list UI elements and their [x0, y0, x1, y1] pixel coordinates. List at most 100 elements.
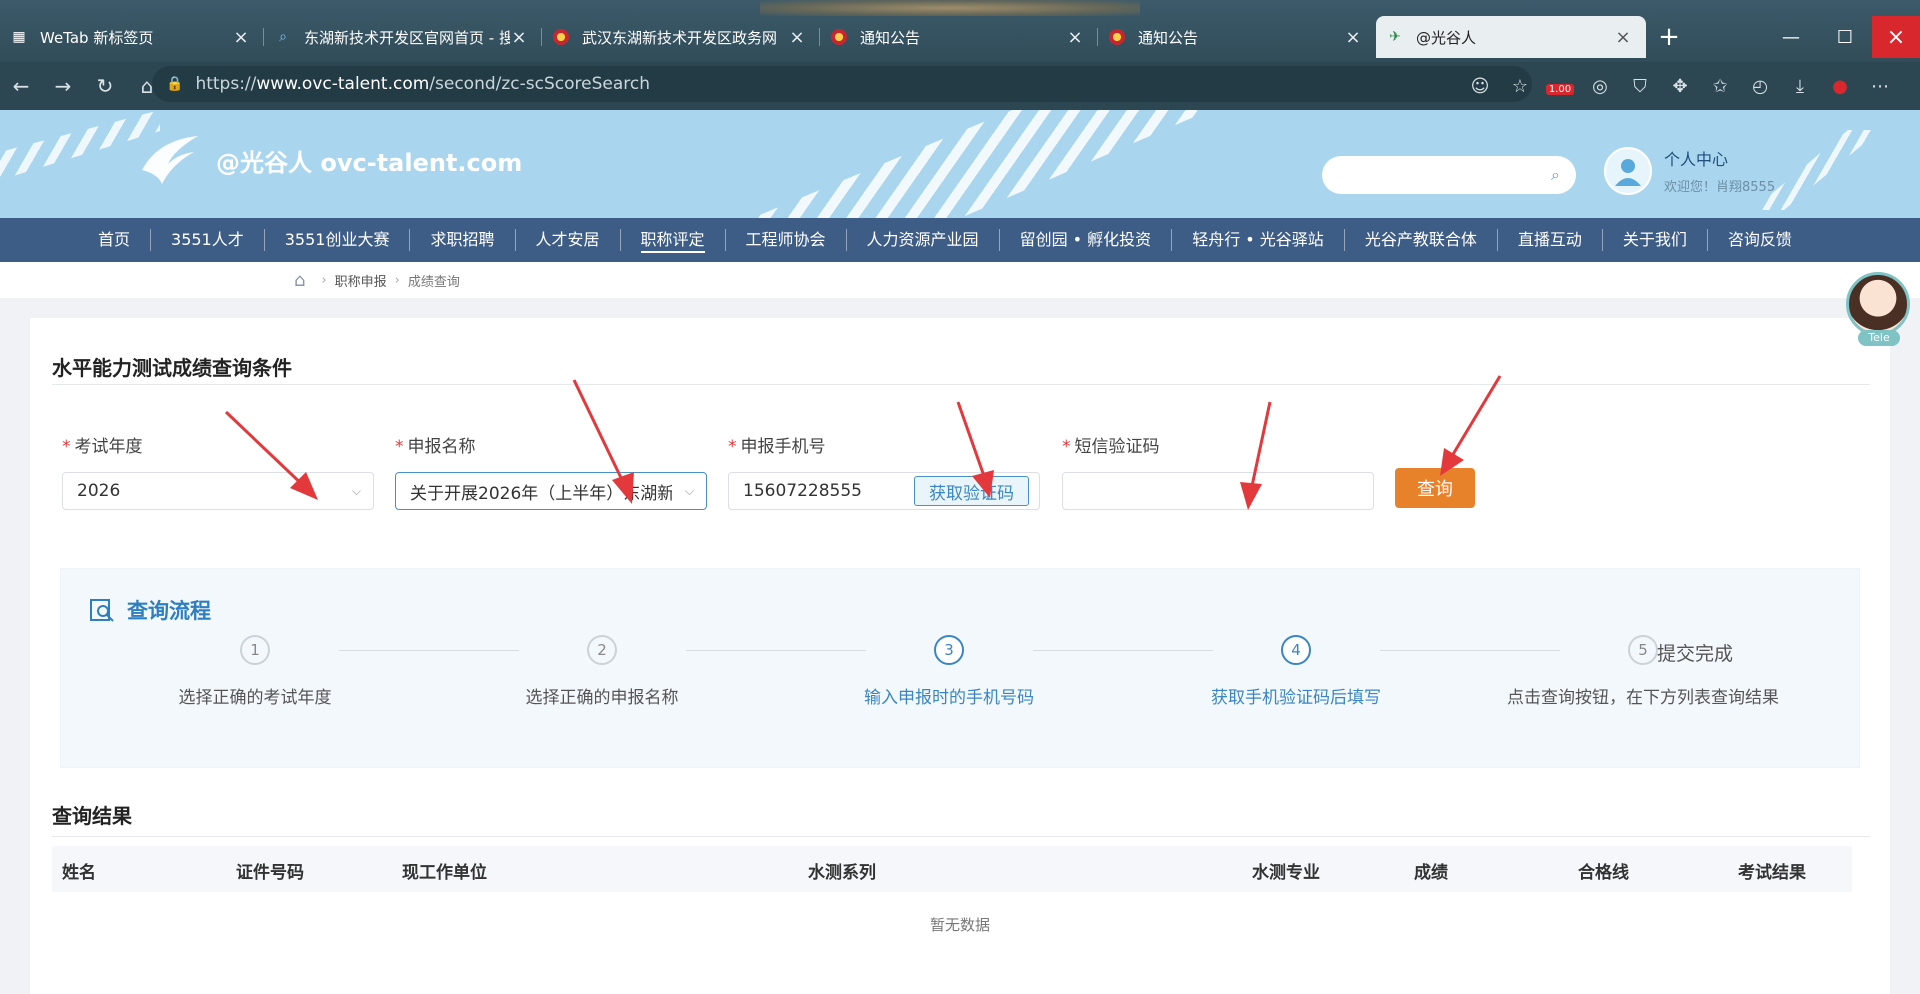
close-icon[interactable]: ×: [510, 27, 528, 48]
emblem-icon: [552, 28, 570, 46]
browser-tab[interactable]: 通知公告 ×: [820, 16, 1098, 58]
nav-item-title-evaluation[interactable]: 职称评定: [621, 229, 726, 253]
nav-item-station[interactable]: 轻舟行 • 光谷驿站: [1172, 229, 1345, 251]
browser-tab-active[interactable]: ✈ @光谷人 ×: [1376, 16, 1646, 58]
nav-item-engineers[interactable]: 工程师协会: [726, 229, 847, 251]
window-close-button[interactable]: ×: [1872, 16, 1920, 58]
site-header: @光谷人 ovc-talent.com ⌕ 个人中心 欢迎您！肖翔8555: [0, 110, 1920, 218]
more-icon[interactable]: ⋯: [1860, 76, 1900, 97]
process-step-4: 4 获取手机验证码后填写: [1146, 635, 1446, 708]
extensions-icon[interactable]: ✥: [1660, 76, 1700, 97]
logo-bird-icon: [142, 136, 198, 184]
tab-title: WeTab 新标签页: [40, 28, 154, 47]
forward-icon[interactable]: →: [42, 74, 84, 98]
step-description: 获取手机验证码后填写: [1211, 688, 1381, 708]
user-center[interactable]: 个人中心 欢迎您！肖翔8555: [1604, 146, 1775, 195]
process-step-1: 1 选择正确的考试年度: [105, 635, 405, 708]
annotation-arrow-icon: [956, 401, 994, 498]
breadcrumb-current: 成绩查询: [407, 274, 460, 290]
annotation-arrow-icon: [572, 379, 634, 504]
avatar[interactable]: [1604, 146, 1652, 195]
address-bar: ← → ↻ ⌂ 🔒 https://www.ovc-talent.com/sec…: [0, 62, 1920, 110]
browser-tab[interactable]: ▦ WeTab 新标签页 ×: [0, 16, 264, 58]
download-icon[interactable]: ⤓: [1780, 76, 1820, 97]
nav-item-live[interactable]: 直播互动: [1498, 229, 1603, 251]
column-header: 水测专业: [1252, 863, 1320, 883]
sms-code-input[interactable]: [1062, 472, 1374, 510]
process-title: 查询流程: [89, 595, 211, 625]
step-number: 3: [934, 635, 964, 665]
breadcrumb: ⌂ › 职称申报 › 成绩查询: [0, 262, 1920, 298]
home-icon[interactable]: ⌂: [294, 270, 305, 291]
profile-icon[interactable]: ●: [1820, 76, 1860, 97]
nav-item-hr-park[interactable]: 人力资源产业园: [847, 229, 1000, 251]
breadcrumb-level1[interactable]: 职称申报: [335, 271, 387, 290]
sms-label: * 短信验证码: [1062, 437, 1160, 457]
nav-item-about[interactable]: 关于我们: [1603, 229, 1708, 251]
tab-strip: ▦ WeTab 新标签页 × ⌕ 东湖新技术开发区官网首页 - 搜索 × 武汉东…: [0, 16, 1692, 58]
close-icon[interactable]: ×: [1614, 27, 1632, 48]
declaration-name-select[interactable]: 关于开展2026年（上半年）东湖新 ⌵: [395, 472, 707, 510]
column-header: 成绩: [1414, 863, 1448, 883]
nav-item-jobs[interactable]: 求职招聘: [410, 229, 516, 251]
empty-results-text: 暂无数据: [929, 916, 990, 934]
step-number: 5: [1628, 635, 1658, 665]
browser-tab[interactable]: 通知公告 ×: [1098, 16, 1376, 58]
nav-item-feedback[interactable]: 咨询反馈: [1708, 229, 1812, 251]
maximize-button[interactable]: ☐: [1818, 16, 1872, 58]
annotation-arrow-icon: [1240, 401, 1272, 510]
assistant-widget[interactable]: Tele: [1846, 272, 1912, 356]
document-search-icon: [90, 599, 114, 622]
browser-tab[interactable]: 武汉东湖新技术开发区政务网 ×: [542, 16, 820, 58]
annotation-arrow-icon: [224, 410, 318, 500]
nav-item-incubation[interactable]: 留创园 • 孵化投资: [1000, 229, 1173, 251]
close-icon[interactable]: ×: [788, 27, 806, 48]
favorites-icon[interactable]: ✩: [1700, 76, 1740, 97]
tab-title: 通知公告: [1138, 28, 1199, 47]
lock-icon: 🔒: [166, 76, 184, 92]
nav-item-consortium[interactable]: 光谷产教联合体: [1345, 229, 1498, 251]
refresh-icon[interactable]: ↻: [84, 74, 126, 98]
query-card: 水平能力测试成绩查询条件 * 考试年度 2026 ⌵ * 申报名称 关于开展2026…: [30, 318, 1890, 994]
site-logo[interactable]: @光谷人 ovc-talent.com: [138, 130, 522, 190]
step-number: 4: [1281, 635, 1311, 665]
close-icon[interactable]: ×: [232, 27, 250, 48]
column-header: 现工作单位: [402, 863, 487, 883]
assistant-avatar[interactable]: [1846, 272, 1910, 336]
emblem-icon: [1108, 28, 1126, 46]
browser-tab[interactable]: ⌕ 东湖新技术开发区官网首页 - 搜索 ×: [264, 16, 542, 58]
url-host: www.ovc-talent.com: [256, 74, 430, 94]
tab-title: 通知公告: [860, 28, 921, 47]
step-description: 选择正确的申报名称: [525, 688, 679, 708]
glasses-icon[interactable]: ◎: [1580, 76, 1620, 97]
step-number: 2: [587, 635, 617, 665]
user-center-link[interactable]: 个人中心: [1664, 146, 1775, 170]
results-table-header: 姓名 证件号码 现工作单位 水测系列 水测专业 成绩 合格线 考试结果: [52, 846, 1852, 892]
step-description: 选择正确的考试年度: [178, 688, 332, 708]
site-search-input[interactable]: ⌕: [1322, 156, 1576, 194]
logo-text: @光谷人 ovc-talent.com: [216, 148, 523, 177]
nav-item-housing[interactable]: 人才安居: [516, 229, 621, 251]
history-icon[interactable]: ◴: [1740, 76, 1780, 97]
new-tab-button[interactable]: +: [1646, 16, 1692, 58]
close-icon[interactable]: ×: [1066, 27, 1084, 48]
query-process-panel: 查询流程 1 选择正确的考试年度 2 选择正确的申报名称 3 输入申报时的手机号…: [60, 568, 1860, 768]
url-input[interactable]: 🔒 https://www.ovc-talent.com/second/zc-s…: [152, 66, 1532, 102]
extension-badge-icon[interactable]: 1.00: [1540, 76, 1580, 97]
name-label: * 申报名称: [395, 437, 476, 457]
welcome-text: 欢迎您！肖翔8555: [1664, 180, 1776, 195]
nav-item-home[interactable]: 首页: [78, 229, 152, 251]
search-icon[interactable]: ⌕: [1551, 165, 1560, 185]
nav-item-3551-talent[interactable]: 3551人才: [151, 229, 265, 251]
reader-icon[interactable]: ☺: [1460, 76, 1500, 97]
favorite-star-icon[interactable]: ☆: [1500, 76, 1540, 97]
process-step-3: 3 输入申报时的手机号码: [799, 635, 1099, 708]
nav-item-3551-contest[interactable]: 3551创业大赛: [265, 229, 411, 251]
back-icon[interactable]: ←: [0, 74, 42, 98]
minimize-button[interactable]: —: [1764, 16, 1818, 58]
shield-icon[interactable]: ⛉: [1620, 76, 1660, 97]
user-icon: [1615, 158, 1641, 186]
close-icon[interactable]: ×: [1344, 27, 1362, 48]
chevron-down-icon: ⌵: [684, 483, 694, 498]
annotation-arrow-icon: [1440, 375, 1502, 476]
